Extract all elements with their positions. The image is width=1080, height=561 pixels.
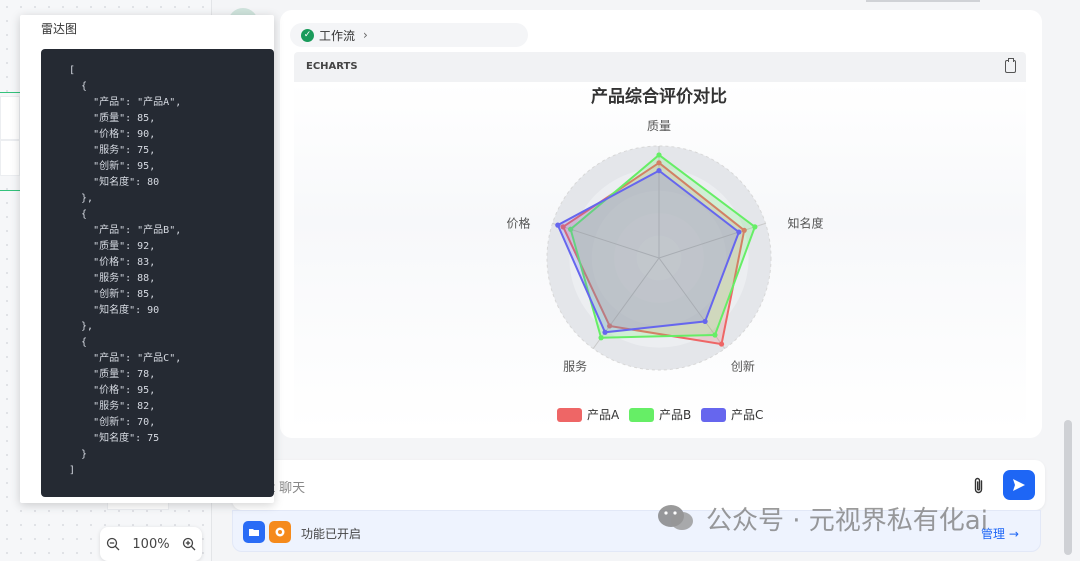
radar-indicator-label: 质量 bbox=[647, 119, 671, 133]
legend-swatch bbox=[557, 408, 582, 422]
chevron-right-icon: › bbox=[363, 28, 368, 42]
radar-data-point bbox=[555, 222, 561, 228]
legend-label: 产品A bbox=[587, 408, 620, 422]
json-code-text: [ { "产品": "产品A", "质量": 85, "价格": 90, "服务… bbox=[69, 65, 182, 476]
radar-indicator-label: 创新 bbox=[731, 359, 755, 374]
scrollbar[interactable] bbox=[1064, 420, 1072, 555]
radar-data-popup: 雷达图 [ { "产品": "产品A", "质量": 85, "价格": 90,… bbox=[20, 15, 274, 503]
radar-indicator-label: 知名度 bbox=[788, 215, 824, 230]
folder-icon[interactable] bbox=[243, 521, 265, 543]
check-icon: ✓ bbox=[301, 28, 314, 42]
radar-data-point bbox=[718, 341, 725, 347]
send-button[interactable] bbox=[1003, 470, 1035, 500]
workflow-toggle[interactable]: ✓ 工作流 › bbox=[290, 23, 528, 47]
zoom-out-icon[interactable] bbox=[105, 536, 121, 552]
legend-swatch bbox=[701, 408, 726, 422]
watermark-text: 公众号 · 元视界私有化ai bbox=[706, 505, 988, 536]
popup-title: 雷达图 bbox=[41, 22, 78, 36]
workflow-label: 工作流 bbox=[319, 28, 356, 43]
zoom-level: 100% bbox=[132, 536, 170, 552]
radar-indicator-label: 价格 bbox=[506, 215, 530, 230]
radar-data-point bbox=[736, 229, 742, 235]
feature-status-text: 功能已开启 bbox=[301, 527, 362, 541]
radar-data-point bbox=[656, 152, 662, 158]
plugin-icon[interactable] bbox=[269, 521, 291, 543]
zoom-in-icon[interactable] bbox=[181, 536, 197, 552]
radar-chart: 产品综合评价对比质量知名度创新 服务 价格产品A 产品B 产品C bbox=[294, 82, 1026, 432]
json-code-block: [ { "产品": "产品A", "质量": 85, "价格": 90, "服务… bbox=[41, 49, 274, 497]
radar-data-point bbox=[702, 318, 708, 325]
legend-label: 产品C bbox=[731, 408, 763, 422]
radar-data-point bbox=[598, 335, 604, 341]
canvas-node[interactable] bbox=[0, 96, 20, 140]
radar-indicator-label: 服务 bbox=[563, 359, 587, 374]
radar-data-point bbox=[602, 329, 608, 335]
zoom-control: 100% bbox=[100, 527, 202, 561]
canvas-node[interactable] bbox=[0, 140, 20, 176]
copy-icon[interactable] bbox=[1005, 58, 1016, 73]
radar-data-point bbox=[656, 168, 662, 174]
radar-data-point bbox=[712, 332, 718, 338]
radar-data-point bbox=[752, 224, 758, 230]
send-icon bbox=[1013, 479, 1025, 491]
legend-label: 产品B bbox=[659, 408, 691, 422]
code-block-header: ECHARTS bbox=[294, 52, 1026, 82]
legend-swatch bbox=[629, 408, 654, 422]
watermark: 公众号 · 元视界私有化ai bbox=[656, 498, 988, 538]
wechat-icon bbox=[656, 503, 696, 533]
chart-title: 产品综合评价对比 bbox=[591, 86, 727, 107]
radar-chart-svg: 产品综合评价对比质量知名度创新 服务 价格产品A 产品B 产品C bbox=[506, 86, 824, 422]
paperclip-icon[interactable] bbox=[969, 476, 989, 496]
code-language-label: ECHARTS bbox=[306, 61, 358, 72]
top-divider bbox=[866, 0, 980, 2]
